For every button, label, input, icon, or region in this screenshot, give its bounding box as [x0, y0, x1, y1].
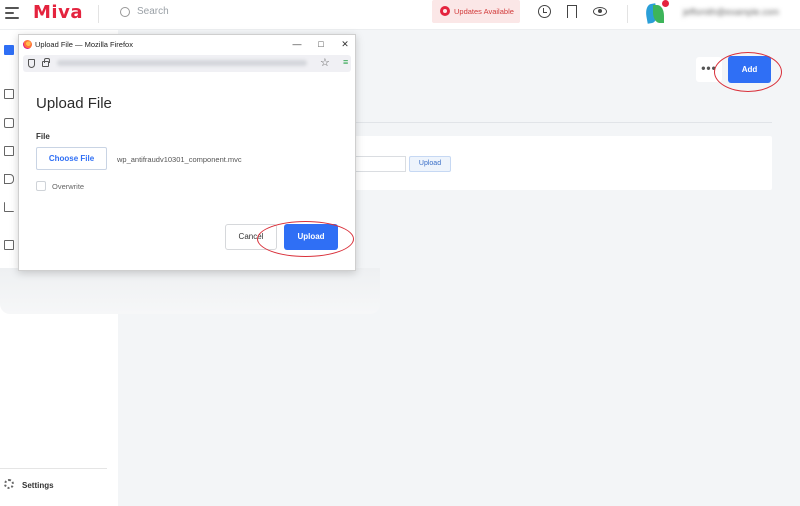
divider [627, 5, 628, 23]
overwrite-checkbox[interactable] [36, 181, 46, 191]
updates-label: Updates Available [454, 7, 514, 16]
customers-icon[interactable] [4, 118, 14, 128]
catalog-icon[interactable] [4, 89, 14, 99]
store-icon[interactable] [4, 45, 14, 55]
miva-logo[interactable]: Miva [33, 2, 83, 23]
window-shadow [0, 268, 380, 314]
close-button[interactable]: ✕ [339, 38, 351, 50]
search-input[interactable]: Search [137, 6, 169, 17]
sidebar-item-settings[interactable]: Settings [22, 481, 54, 490]
updates-available-button[interactable]: Updates Available [432, 0, 520, 23]
lock-icon[interactable] [42, 58, 50, 67]
firefox-icon [23, 40, 32, 49]
top-bar: Miva Search Updates Available jeffsmith@… [0, 0, 800, 30]
sidebar-divider [0, 468, 107, 469]
section-divider [355, 122, 772, 123]
star-icon[interactable]: ☆ [320, 56, 330, 69]
divider [98, 5, 99, 23]
file-label: File [36, 132, 50, 141]
choose-file-button[interactable]: Choose File [36, 147, 107, 170]
cancel-button[interactable]: Cancel [225, 224, 277, 250]
minimize-button[interactable]: — [291, 38, 303, 50]
selected-file-name: wp_antifraudv10301_component.mvc [117, 155, 242, 164]
update-icon [440, 6, 450, 16]
avatar[interactable] [644, 0, 669, 25]
extension-icon[interactable]: ≡ [343, 57, 348, 67]
preview-icon[interactable] [593, 7, 607, 16]
upload-button[interactable]: Upload [284, 224, 338, 250]
shield-icon[interactable] [28, 59, 35, 68]
background-file-input[interactable] [355, 156, 406, 172]
history-icon[interactable] [538, 5, 551, 18]
window-title: Upload File — Mozilla Firefox [35, 40, 133, 49]
add-button[interactable]: Add [728, 56, 771, 83]
url-text [57, 60, 307, 66]
background-upload-button[interactable]: Upload [409, 156, 451, 172]
pages-icon[interactable] [4, 240, 14, 250]
reports-icon[interactable] [4, 202, 14, 212]
window-titlebar[interactable]: Upload File — Mozilla Firefox — □ ✕ [19, 35, 355, 55]
settings-icon[interactable] [4, 479, 14, 489]
marketing-icon[interactable] [4, 174, 14, 184]
more-options-button[interactable]: ••• [696, 57, 722, 82]
dialog-title: Upload File [36, 95, 112, 112]
address-bar[interactable]: ☆ ≡ [23, 55, 351, 72]
orders-icon[interactable] [4, 146, 14, 156]
bookmark-icon[interactable] [567, 5, 577, 18]
upload-file-window: Upload File — Mozilla Firefox — □ ✕ ☆ ≡ … [18, 34, 356, 271]
menu-icon[interactable] [5, 7, 19, 19]
search-icon[interactable] [120, 7, 130, 17]
user-email[interactable]: jeffsmith@example.com [683, 7, 779, 17]
maximize-button[interactable]: □ [315, 38, 327, 50]
overwrite-label[interactable]: Overwrite [52, 182, 84, 191]
